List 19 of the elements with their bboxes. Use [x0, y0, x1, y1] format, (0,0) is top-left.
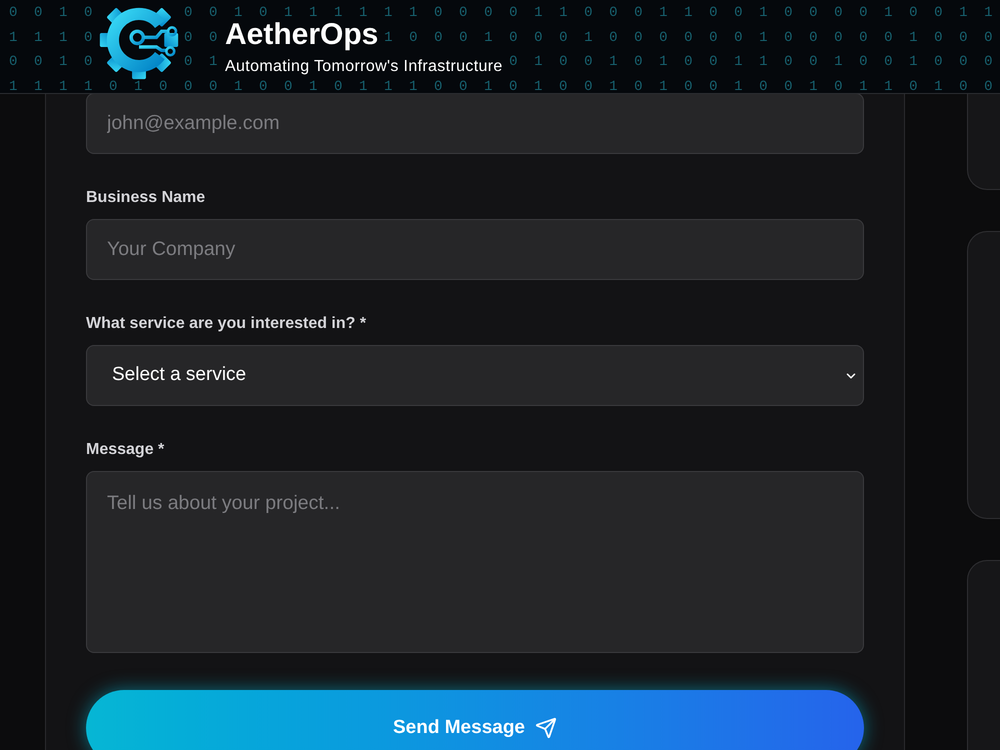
binary-digits-text: 1 1 1 0 [9, 32, 97, 44]
binary-digits-text: 0 1 0 0 1 0 1 0 0 1 1 0 0 1 0 0 1 0 0 0 [509, 56, 997, 68]
textarea-field[interactable]: Tell us about your project... [86, 471, 864, 653]
field-label: What service are you interested in? * [86, 314, 368, 334]
select-field[interactable]: Select a service [86, 345, 864, 406]
binary-digits-text: 0 0 1 0 [9, 56, 97, 68]
paper-plane-icon [535, 717, 557, 739]
binary-digits-text: 0 0 1 0 [9, 7, 97, 19]
brand-title: AetherOps [225, 20, 378, 50]
field-label: Message * [86, 440, 166, 460]
input-field[interactable]: Your Company [86, 219, 864, 280]
binary-digits-text: 0 0 1 0 1 1 1 1 1 1 0 0 0 0 1 1 0 0 0 1 1 0 0 1 0 0 0 0 1 0 0 1 1 [184, 7, 997, 19]
field-label: Business Name [86, 188, 206, 208]
send-message-button[interactable]: Send Message [86, 690, 864, 750]
binary-digits-text: 1 1 1 1 0 1 0 0 0 1 0 0 1 0 1 1 1 0 0 1 0 1 0 0 1 0 1 0 0 1 0 0 1 0 1 1 0 1 0 0 [9, 80, 997, 92]
binary-digits-text: 1 0 0 0 1 0 0 0 1 0 0 0 0 0 0 1 0 0 0 0 0 1 0 0 0 [384, 32, 997, 44]
brand-tagline: Automating Tomorrow's Infrastructure [225, 58, 503, 76]
binary-digits-text: 0 1 [184, 56, 222, 68]
binary-digits-text: 0 0 [184, 32, 222, 44]
